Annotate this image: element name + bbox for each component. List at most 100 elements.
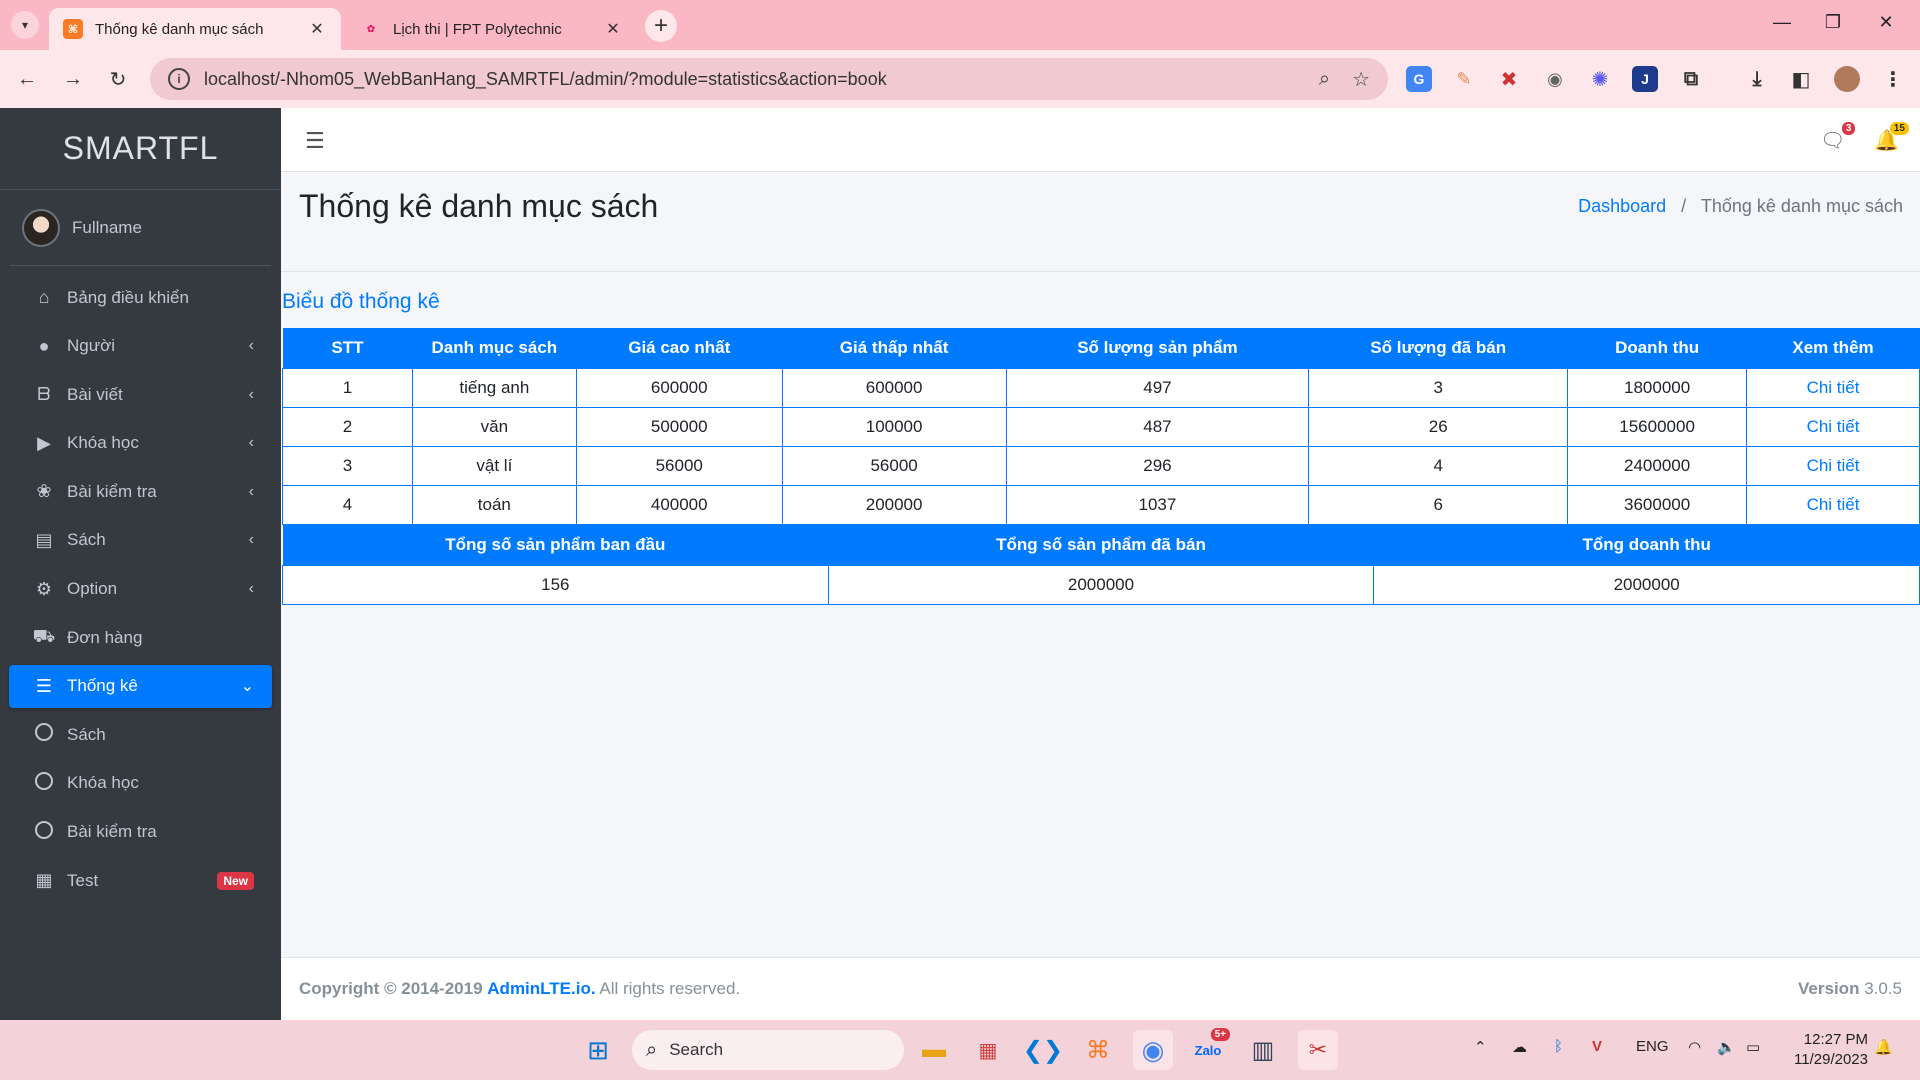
back-icon[interactable]: ←: [12, 64, 42, 94]
sidebar-item-label: Khóa học: [67, 773, 139, 793]
extension-x-icon[interactable]: ✖: [1496, 66, 1522, 92]
detail-link[interactable]: Chi tiết: [1807, 378, 1860, 397]
sidebar-item-label: Đơn hàng: [67, 627, 143, 647]
xampp-taskbar-icon[interactable]: ⌘: [1078, 1030, 1118, 1070]
camera-icon[interactable]: ◉: [1542, 66, 1568, 92]
address-bar[interactable]: i localhost/-Nhom05_WebBanHang_SAMRTFL/a…: [150, 58, 1388, 100]
reload-icon[interactable]: ↻: [103, 64, 133, 94]
clock[interactable]: 12:27 PM 11/29/2023: [1794, 1030, 1868, 1070]
adminlte-link[interactable]: AdminLTE.io.: [487, 979, 595, 998]
version-label: Version: [1798, 979, 1860, 998]
forward-icon[interactable]: →: [58, 64, 88, 94]
snipping-tool-icon[interactable]: ✂: [1298, 1030, 1338, 1070]
sidebar-subitem-tests[interactable]: Bài kiểm tra: [9, 811, 272, 854]
calculator-icon[interactable]: ▥: [1243, 1030, 1283, 1070]
file-explorer-icon[interactable]: ▬: [914, 1030, 954, 1070]
tab-active[interactable]: ⌘ Thống kê danh mục sách ✕: [49, 8, 341, 50]
app-grid-icon[interactable]: ▦: [968, 1030, 1008, 1070]
sidebar-item-orders[interactable]: ⛟ Đơn hàng: [9, 616, 272, 659]
volume-icon[interactable]: 🔈: [1717, 1038, 1736, 1056]
tab-title: Lịch thi | FPT Polytechnic: [393, 20, 562, 38]
chevron-down-icon: ⌄: [240, 678, 254, 696]
bluetooth-icon[interactable]: ᛒ: [1554, 1038, 1563, 1055]
browser-toolbar: ← → ↻ i localhost/-Nhom05_WebBanHang_SAM…: [0, 50, 1920, 108]
brand-logo[interactable]: SMARTFL: [0, 108, 281, 190]
clock-date: 11/29/2023: [1794, 1051, 1868, 1068]
snowflake-icon[interactable]: ✺: [1587, 66, 1613, 92]
table-cell: 15600000: [1567, 406, 1748, 447]
sidebar-item-test[interactable]: ▦ Test New: [9, 859, 272, 902]
tab-title: Thống kê danh mục sách: [95, 20, 264, 38]
table-cell: 100000: [781, 406, 1007, 447]
user-panel[interactable]: Fullname: [10, 190, 271, 266]
table-cell: 600000: [781, 367, 1007, 408]
sidebar-item-statistics[interactable]: ☰ Thống kê ⌄: [9, 664, 272, 708]
translate-icon[interactable]: G: [1406, 66, 1432, 92]
tab-search-button[interactable]: ▾: [11, 11, 39, 39]
notification-bell-icon[interactable]: 🔔: [1874, 1038, 1893, 1056]
chrome-icon[interactable]: ◉: [1133, 1030, 1173, 1070]
minimize-icon[interactable]: —: [1762, 12, 1802, 33]
user-name[interactable]: Fullname: [72, 218, 142, 238]
table-cell: toán: [411, 484, 577, 525]
language-indicator[interactable]: ENG: [1636, 1038, 1669, 1055]
extensions-puzzle-icon[interactable]: ⧉: [1678, 66, 1704, 92]
chevron-up-icon[interactable]: ⌃: [1474, 1038, 1487, 1056]
zoom-icon[interactable]: ⌕: [1319, 68, 1330, 91]
table-cell: 200000: [781, 484, 1007, 525]
sidebar-item-label: Test: [67, 870, 99, 890]
windows-start-icon[interactable]: ⊞: [578, 1030, 618, 1070]
color-picker-icon[interactable]: ✎: [1451, 66, 1477, 92]
detail-link[interactable]: Chi tiết: [1807, 417, 1860, 436]
detail-link[interactable]: Chi tiết: [1807, 495, 1860, 514]
restore-icon[interactable]: ❐: [1813, 12, 1853, 33]
table-cell: tiếng anh: [411, 367, 577, 408]
cloud-icon[interactable]: ☁: [1512, 1038, 1527, 1056]
detail-link[interactable]: Chi tiết: [1807, 456, 1860, 475]
new-badge: New: [217, 871, 254, 890]
bookmark-star-icon[interactable]: ☆: [1352, 67, 1370, 92]
vscode-icon[interactable]: ❮❯: [1023, 1030, 1063, 1070]
window-close-icon[interactable]: ✕: [1866, 12, 1906, 33]
sidebar-item-tests[interactable]: ❀ Bài kiểm tra ‹: [9, 470, 272, 513]
tab-inactive[interactable]: ✿ Lịch thi | FPT Polytechnic ✕: [347, 8, 637, 50]
user-icon: ●: [38, 335, 50, 356]
sidebar-item-users[interactable]: ● Người ‹: [9, 325, 272, 368]
table-row: 1 tiếng anh 600000 600000 497 3 1800000 …: [282, 367, 1920, 408]
breadcrumb-dashboard-link[interactable]: Dashboard: [1578, 196, 1666, 216]
close-icon[interactable]: ✕: [603, 19, 623, 39]
wifi-icon[interactable]: ◠: [1688, 1038, 1701, 1056]
download-icon[interactable]: ⤓: [1744, 66, 1770, 92]
sidebar-subitem-books[interactable]: Sách: [9, 713, 272, 756]
grid-icon: ▦: [35, 870, 53, 891]
sidebar-item-books[interactable]: ▤ Sách ‹: [9, 519, 272, 562]
sidebar-item-courses[interactable]: ▶ Khóa học ‹: [9, 422, 272, 465]
site-info-icon[interactable]: i: [168, 68, 190, 90]
sidebar-item-posts[interactable]: ᗷ Bài viết ‹: [9, 373, 272, 416]
table-cell: 1037: [1005, 484, 1310, 525]
bell-icon[interactable]: 🔔 15: [1874, 122, 1909, 153]
sidebar-subitem-courses[interactable]: Khóa học: [9, 762, 272, 805]
hamburger-menu-icon[interactable]: ☰: [305, 128, 325, 154]
menu-kebab-icon[interactable]: ⋮: [1880, 66, 1906, 92]
side-panel-icon[interactable]: ◧: [1788, 66, 1814, 92]
chevron-left-icon: ‹: [248, 531, 254, 549]
taskbar-search[interactable]: ⌕ Search: [632, 1030, 904, 1070]
profile-avatar[interactable]: [1834, 66, 1860, 92]
zalo-icon[interactable]: Zalo 5+: [1188, 1028, 1230, 1070]
antivirus-icon[interactable]: V: [1592, 1038, 1602, 1055]
table-cell: 26: [1308, 406, 1569, 447]
table-cell: 6: [1308, 484, 1569, 525]
messages-icon[interactable]: 🗨 3: [1820, 122, 1856, 153]
column-header: Giá cao nhất: [576, 328, 783, 368]
j-extension-icon[interactable]: J: [1632, 66, 1658, 92]
sidebar-item-option[interactable]: ⚙ Option ‹: [9, 568, 272, 611]
close-icon[interactable]: ✕: [307, 19, 327, 39]
url-text[interactable]: localhost/-Nhom05_WebBanHang_SAMRTFL/adm…: [204, 69, 1297, 90]
sidebar-item-dashboard[interactable]: ⌂ Bảng điều khiển: [9, 276, 272, 319]
table-cell: 296: [1005, 445, 1310, 486]
battery-icon[interactable]: ▭: [1746, 1038, 1760, 1056]
new-tab-button[interactable]: +: [645, 10, 677, 42]
totals-row: 156 2000000 2000000: [282, 564, 1920, 605]
footer: Copyright © 2014-2019 AdminLTE.io. All r…: [281, 957, 1920, 1020]
